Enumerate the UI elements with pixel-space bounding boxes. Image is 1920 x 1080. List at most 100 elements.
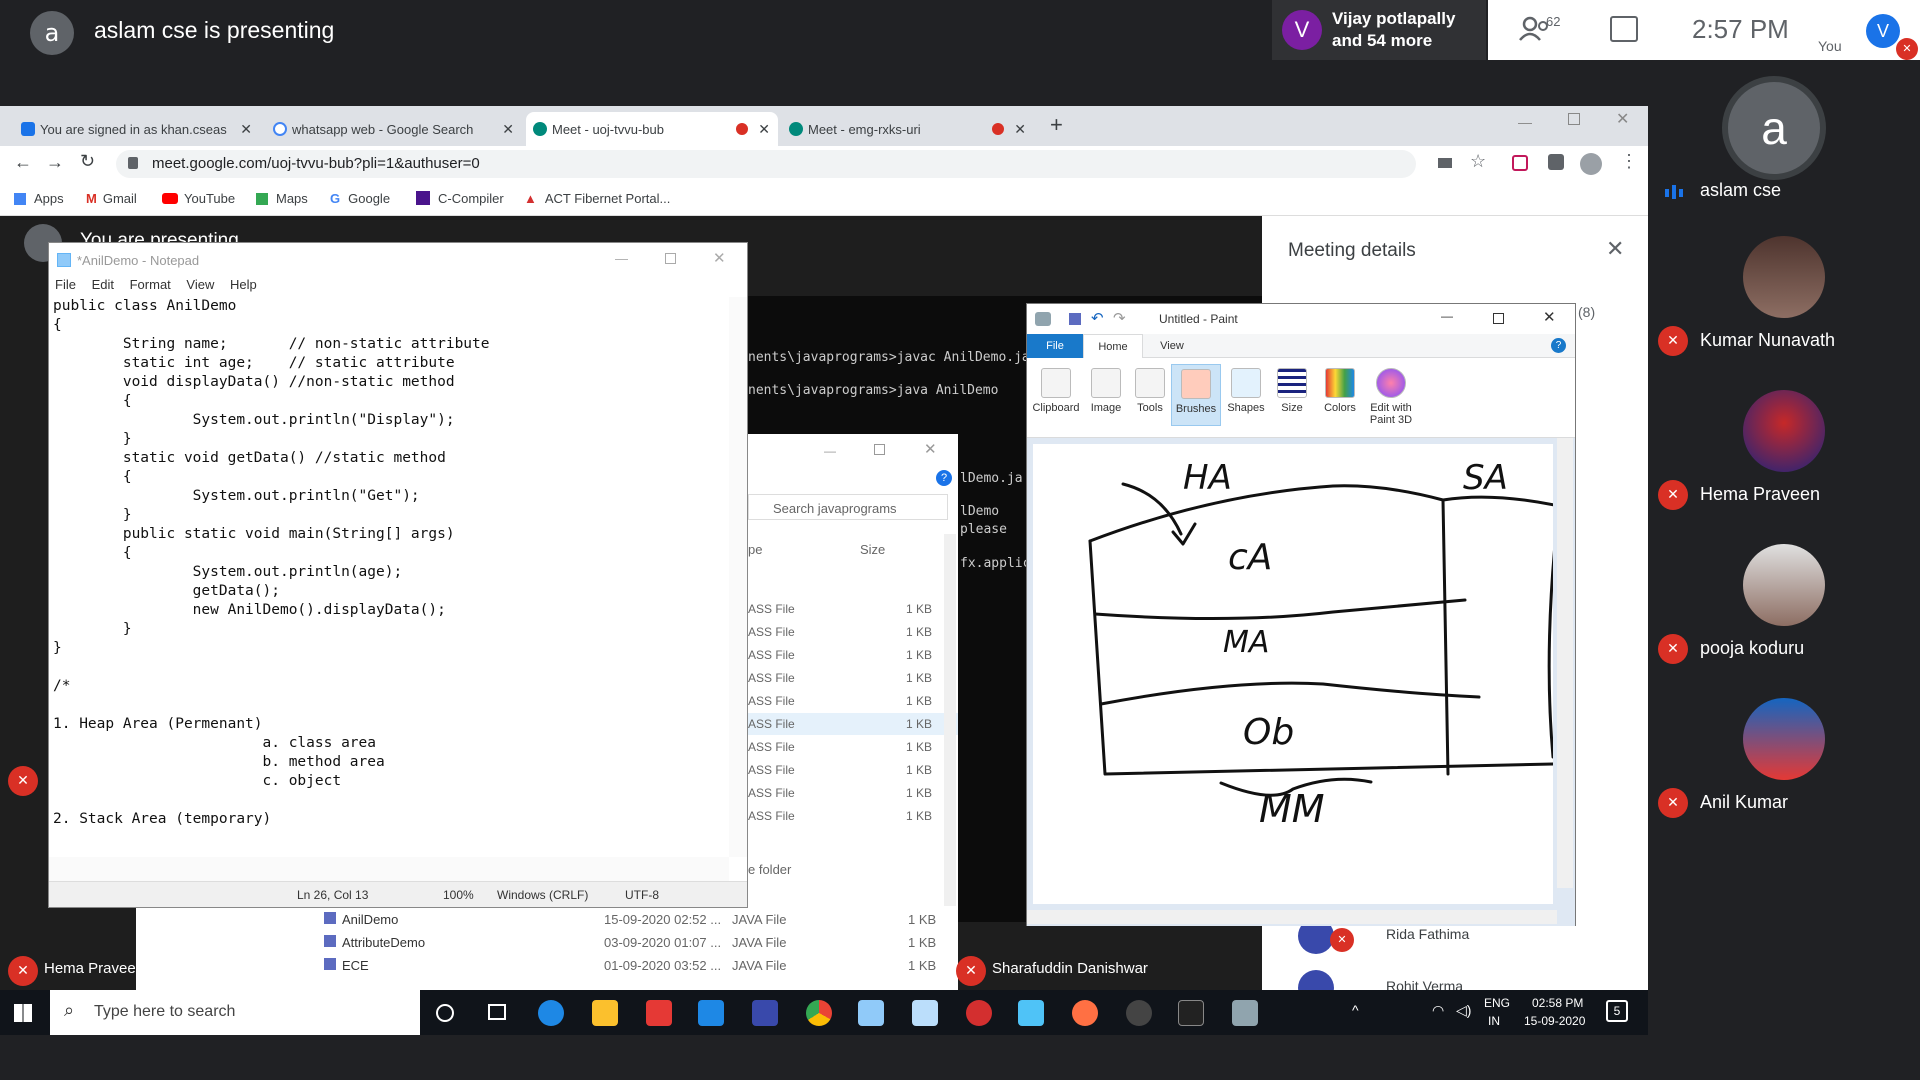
brushes-button[interactable]: Brushes bbox=[1171, 364, 1221, 426]
tab-view[interactable]: View bbox=[1147, 334, 1197, 358]
vertical-scrollbar[interactable] bbox=[1557, 438, 1573, 888]
obs-icon[interactable] bbox=[1126, 1000, 1152, 1026]
app-icon[interactable] bbox=[1018, 1000, 1044, 1026]
task-view-icon[interactable] bbox=[488, 1004, 506, 1020]
image-button[interactable]: Image bbox=[1081, 368, 1131, 414]
menu-help[interactable]: Help bbox=[230, 277, 257, 292]
store-icon[interactable] bbox=[752, 1000, 778, 1026]
language-in[interactable]: IN bbox=[1488, 1014, 1500, 1028]
paint-app-icon[interactable] bbox=[858, 1000, 884, 1026]
paint3d-button[interactable]: Edit with Paint 3D bbox=[1363, 368, 1419, 426]
windows-start-icon[interactable] bbox=[14, 1004, 32, 1022]
reload-icon[interactable]: ↻ bbox=[80, 151, 95, 172]
file-explorer-icon[interactable] bbox=[592, 1000, 618, 1026]
bookmark-youtube[interactable]: YouTube bbox=[162, 191, 235, 206]
search-box[interactable]: Search javaprograms bbox=[748, 494, 948, 520]
paint-active-icon[interactable] bbox=[1232, 1000, 1258, 1026]
horizontal-scrollbar[interactable] bbox=[49, 857, 729, 881]
edge-icon[interactable] bbox=[538, 1000, 564, 1026]
minimize-icon[interactable]: — bbox=[615, 251, 628, 266]
close-window-icon[interactable]: ✕ bbox=[1616, 109, 1629, 129]
list-item[interactable]: ASS File 1 KB bbox=[748, 782, 958, 804]
taskbar-search[interactable]: ⌕ Type here to search bbox=[50, 990, 420, 1035]
clock-date[interactable]: 15-09-2020 bbox=[1524, 1014, 1585, 1028]
help-icon[interactable]: ? bbox=[1551, 338, 1566, 353]
tools-button[interactable]: Tools bbox=[1125, 368, 1175, 414]
menu-format[interactable]: Format bbox=[130, 277, 171, 292]
list-item[interactable]: ASS File 1 KB bbox=[748, 598, 958, 620]
tab-meet-2[interactable]: Meet - emg-rxks-uri ✕ bbox=[782, 112, 1034, 146]
tab-file[interactable]: File bbox=[1027, 334, 1083, 358]
list-item[interactable]: ASS File 1 KB bbox=[748, 736, 958, 758]
list-item[interactable]: ASS File 1 KB bbox=[748, 621, 958, 643]
menu-edit[interactable]: Edit bbox=[92, 277, 114, 292]
bookmark-c-compiler[interactable]: C-Compiler bbox=[416, 191, 504, 206]
bookmark-act[interactable]: ▲ ACT Fibernet Portal... bbox=[524, 191, 670, 206]
notepad-text-area[interactable]: public class AnilDemo { String name; // … bbox=[53, 297, 725, 877]
save-icon[interactable] bbox=[1069, 313, 1081, 325]
list-item[interactable]: ASS File 1 KB bbox=[748, 644, 958, 666]
close-icon[interactable]: ✕ bbox=[758, 121, 770, 138]
maximize-icon[interactable] bbox=[665, 253, 676, 264]
close-icon[interactable]: ✕ bbox=[1606, 236, 1624, 262]
profile-avatar[interactable] bbox=[1580, 153, 1602, 175]
paint-canvas[interactable]: HA SA cA MA Ob MM bbox=[1033, 444, 1553, 904]
list-item[interactable]: ASS File 1 KB bbox=[748, 805, 958, 827]
close-icon[interactable]: ✕ bbox=[924, 440, 937, 458]
chrome-icon[interactable] bbox=[806, 1000, 832, 1026]
you-avatar[interactable]: V bbox=[1866, 14, 1900, 48]
notification-icon[interactable]: 5 bbox=[1606, 1000, 1628, 1022]
bookmark-apps[interactable]: Apps bbox=[14, 191, 64, 206]
minimize-icon[interactable]: — bbox=[824, 444, 836, 458]
puzzle-icon[interactable] bbox=[1548, 154, 1564, 170]
forward-icon[interactable]: → bbox=[46, 152, 64, 173]
redo-icon[interactable]: ↷ bbox=[1113, 309, 1126, 327]
minimize-icon[interactable]: — bbox=[1518, 114, 1532, 130]
menu-file[interactable]: File bbox=[55, 277, 76, 292]
tab-whatsapp-search[interactable]: whatsapp web - Google Search ✕ bbox=[266, 112, 522, 146]
close-icon[interactable]: ✕ bbox=[1014, 121, 1026, 138]
minimize-icon[interactable]: — bbox=[1441, 309, 1453, 323]
restore-icon[interactable] bbox=[1568, 113, 1580, 125]
opera-icon[interactable] bbox=[966, 1000, 992, 1026]
bookmark-gmail[interactable]: M Gmail bbox=[86, 191, 137, 206]
clipboard-button[interactable]: Clipboard bbox=[1031, 368, 1081, 414]
tab-home[interactable]: Home bbox=[1083, 334, 1143, 359]
column-type-header[interactable]: pe bbox=[748, 542, 762, 557]
menu-icon[interactable]: ⋮ bbox=[1620, 151, 1638, 172]
network-icon[interactable]: ◠ bbox=[1432, 1002, 1444, 1019]
list-item[interactable]: ASS File 1 KB bbox=[748, 690, 958, 712]
mail-icon[interactable] bbox=[698, 1000, 724, 1026]
terminal-icon[interactable] bbox=[1178, 1000, 1204, 1026]
maximize-icon[interactable] bbox=[1493, 313, 1504, 324]
bookmark-google[interactable]: G Google bbox=[330, 191, 390, 206]
undo-icon[interactable]: ↶ bbox=[1091, 309, 1104, 327]
close-icon[interactable]: ✕ bbox=[502, 121, 514, 138]
list-item-selected[interactable]: ASS File 1 KB bbox=[748, 713, 958, 735]
tab-meet-active[interactable]: Meet - uoj-tvvu-bub ✕ bbox=[526, 112, 778, 146]
file-row[interactable]: ECE bbox=[324, 958, 369, 980]
participants-summary[interactable]: V Vijay potlapally and 54 more bbox=[1272, 0, 1486, 60]
scrollbar[interactable] bbox=[944, 534, 956, 922]
help-icon[interactable]: ? bbox=[936, 470, 952, 486]
colors-button[interactable]: Colors bbox=[1315, 368, 1365, 414]
list-item[interactable]: ASS File 1 KB bbox=[748, 667, 958, 689]
notepad-app-icon[interactable] bbox=[912, 1000, 938, 1026]
list-item[interactable]: ASS File 1 KB bbox=[748, 759, 958, 781]
tab-signed-in[interactable]: You are signed in as khan.cseas ✕ bbox=[14, 112, 260, 146]
vertical-scrollbar[interactable] bbox=[729, 297, 747, 857]
close-icon[interactable]: ✕ bbox=[240, 121, 252, 138]
menu-view[interactable]: View bbox=[186, 277, 214, 292]
url-field[interactable]: meet.google.com/uoj-tvvu-bub?pli=1&authu… bbox=[116, 150, 1416, 178]
camera-icon[interactable] bbox=[1438, 158, 1452, 168]
shapes-button[interactable]: Shapes bbox=[1221, 368, 1271, 414]
cortana-icon[interactable] bbox=[436, 1004, 454, 1022]
new-tab-icon[interactable]: + bbox=[1050, 112, 1063, 138]
bookmark-maps[interactable]: Maps bbox=[256, 191, 308, 206]
size-button[interactable]: Size bbox=[1267, 368, 1317, 414]
gift-app-icon[interactable] bbox=[646, 1000, 672, 1026]
star-icon[interactable]: ☆ bbox=[1470, 151, 1486, 172]
chat-icon[interactable] bbox=[1610, 16, 1638, 42]
close-icon[interactable]: ✕ bbox=[1543, 308, 1556, 326]
close-icon[interactable]: ✕ bbox=[713, 249, 726, 267]
